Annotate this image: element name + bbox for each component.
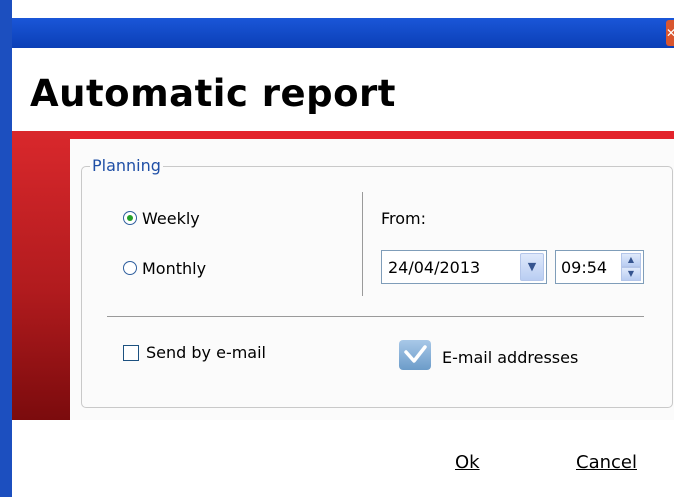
spin-up-icon[interactable]: ▲ — [621, 253, 641, 267]
planning-groupbox — [81, 166, 673, 408]
time-spinner[interactable]: 09:54 ▲ ▼ — [555, 250, 644, 284]
weekly-label[interactable]: Weekly — [142, 209, 200, 229]
planning-legend: Planning — [90, 156, 163, 176]
time-value[interactable]: 09:54 — [561, 258, 607, 277]
window-left-border — [0, 0, 12, 497]
ok-button[interactable]: Ok — [455, 452, 480, 473]
date-value[interactable]: 24/04/2013 — [388, 258, 480, 277]
page-title: Automatic report — [30, 72, 396, 115]
email-addresses-icon[interactable] — [399, 340, 431, 370]
horizontal-divider — [107, 316, 644, 317]
vertical-divider — [362, 192, 363, 296]
accent-sidebar — [12, 131, 70, 420]
weekly-radio[interactable] — [123, 211, 137, 225]
date-picker[interactable]: 24/04/2013 ▼ — [381, 250, 547, 284]
close-icon[interactable]: ✕ — [666, 20, 674, 46]
window-titlebar[interactable]: ✕ — [12, 18, 674, 48]
cancel-button[interactable]: Cancel — [576, 452, 637, 473]
email-addresses-label[interactable]: E-mail addresses — [442, 348, 578, 368]
spin-down-icon[interactable]: ▼ — [621, 267, 641, 281]
chevron-down-icon[interactable]: ▼ — [520, 253, 544, 281]
monthly-radio[interactable] — [123, 261, 137, 275]
from-label: From: — [381, 209, 427, 228]
monthly-label[interactable]: Monthly — [142, 259, 206, 279]
header-accent-bar — [12, 131, 674, 139]
send-by-email-checkbox[interactable] — [123, 345, 139, 361]
send-by-email-label[interactable]: Send by e-mail — [146, 343, 266, 363]
